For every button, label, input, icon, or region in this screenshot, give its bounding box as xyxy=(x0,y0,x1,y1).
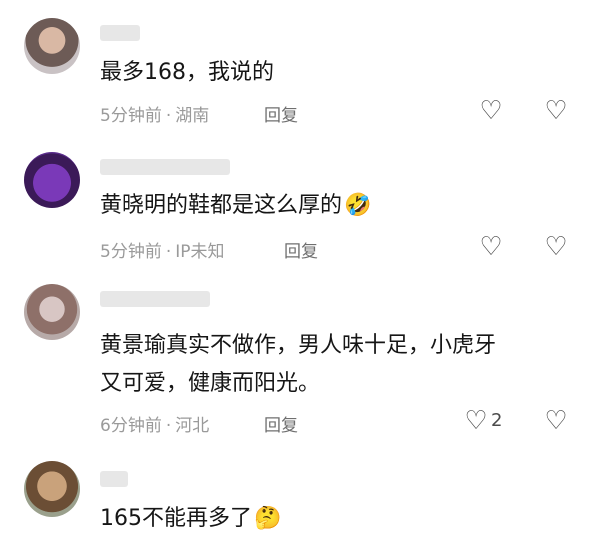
comment-item: 黄晓明的鞋都是这么厚的🤣 5分钟前 · IP未知 回复 ♡ ♡ xyxy=(0,132,600,280)
meta-separator: · xyxy=(165,106,172,126)
avatar[interactable] xyxy=(24,152,80,208)
like-count: 2 xyxy=(491,410,503,431)
comment-text-line1: 黄景瑜真实不做作，男人味十足，小虎牙 xyxy=(100,333,497,358)
comment-time: 5分钟前 xyxy=(100,242,162,262)
avatar[interactable] xyxy=(24,284,80,340)
dislike-icon[interactable]: ♡ xyxy=(543,408,569,434)
reply-button[interactable]: 回复 xyxy=(264,411,298,436)
comment-location: IP未知 xyxy=(175,242,225,262)
comment-text: 165不能再多了🤔 xyxy=(100,501,281,537)
comment-location: 河北 xyxy=(175,416,210,436)
avatar[interactable] xyxy=(24,18,80,74)
thinking-emoji-icon: 🤔 xyxy=(254,506,282,531)
laughing-emoji-icon: 🤣 xyxy=(344,193,372,218)
username-blurred[interactable] xyxy=(100,25,140,41)
comment-item: 165不能再多了🤔 xyxy=(0,445,600,536)
username-blurred[interactable] xyxy=(100,471,128,487)
avatar[interactable] xyxy=(24,461,80,517)
comment-text: 最多168，我说的 xyxy=(100,60,274,85)
comment-time: 5分钟前 xyxy=(100,106,162,126)
comment-item: 黄景瑜真实不做作，男人味十足，小虎牙 又可爱，健康而阳光。 6分钟前 · 河北 回复… xyxy=(0,280,600,445)
comment-text-line2: 又可爱，健康而阳光。 xyxy=(100,371,321,396)
like-icon[interactable]: ♡ xyxy=(463,408,489,434)
username-blurred[interactable] xyxy=(100,291,210,307)
like-icon[interactable]: ♡ xyxy=(478,234,504,260)
comment-meta: 5分钟前 · 湖南 xyxy=(100,101,209,126)
reply-button[interactable]: 回复 xyxy=(284,237,318,262)
dislike-icon[interactable]: ♡ xyxy=(543,234,569,260)
dislike-icon[interactable]: ♡ xyxy=(543,98,569,124)
comment-location: 湖南 xyxy=(175,106,210,126)
meta-separator: · xyxy=(165,242,172,262)
comment-text-content: 黄晓明的鞋都是这么厚的 xyxy=(100,193,343,218)
comment-item: 最多168，我说的 5分钟前 · 湖南 回复 ♡ ♡ xyxy=(0,0,600,132)
comment-time: 6分钟前 xyxy=(100,416,162,436)
like-icon[interactable]: ♡ xyxy=(478,98,504,124)
comment-meta: 5分钟前 · IP未知 xyxy=(100,237,225,262)
username-blurred[interactable] xyxy=(100,159,230,175)
meta-separator: · xyxy=(165,416,172,436)
comment-text: 黄晓明的鞋都是这么厚的🤣 xyxy=(100,188,371,224)
reply-button[interactable]: 回复 xyxy=(264,101,298,126)
comment-meta: 6分钟前 · 河北 xyxy=(100,411,209,436)
comment-text-content: 165不能再多了 xyxy=(100,506,252,531)
